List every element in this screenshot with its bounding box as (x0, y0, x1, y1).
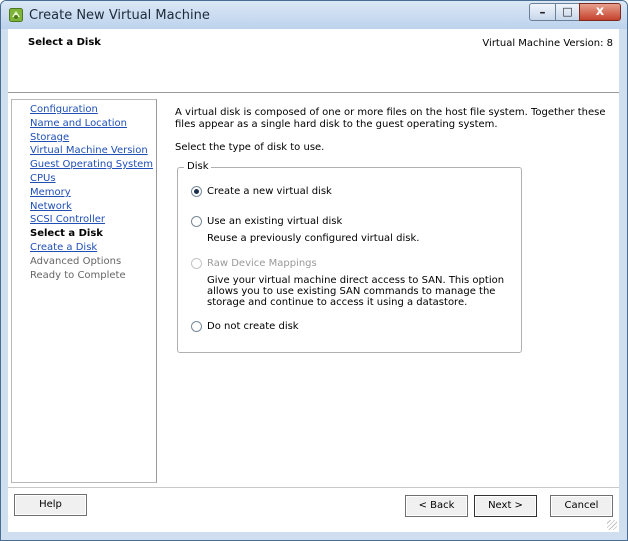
minimize-icon: – (539, 5, 546, 19)
maximize-button[interactable]: □ (555, 3, 580, 21)
minimize-button[interactable]: – (529, 3, 556, 21)
step-guest-operating-system[interactable]: Guest Operating System (30, 159, 153, 171)
disk-options-group: Disk Create a new virtual disk Use an ex… (177, 161, 522, 353)
wizard-header: Select a Disk Virtual Machine Version: 8 (8, 29, 619, 93)
back-button[interactable]: < Back (405, 495, 468, 517)
maximize-icon: □ (562, 5, 573, 18)
disk-description-text: A virtual disk is composed of one or mor… (175, 107, 606, 130)
use-existing-disk-radio[interactable] (191, 216, 202, 227)
window-title: Create New Virtual Machine (29, 8, 210, 23)
step-memory[interactable]: Memory (30, 187, 71, 199)
close-icon: x (595, 4, 605, 19)
step-create-a-disk[interactable]: Create a Disk (30, 242, 97, 254)
step-storage[interactable]: Storage (30, 132, 69, 144)
close-button[interactable]: x (579, 3, 621, 21)
cancel-button[interactable]: Cancel (550, 495, 613, 517)
do-not-create-disk-radio[interactable] (191, 321, 202, 332)
step-ready-to-complete: Ready to Complete (30, 270, 126, 281)
next-button[interactable]: Next > (474, 495, 537, 517)
step-scsi-controller[interactable]: SCSI Controller (30, 214, 105, 226)
disk-group-label: Disk (184, 161, 212, 172)
raw-device-mappings-label: Raw Device Mappings (207, 258, 317, 269)
step-advanced-options: Advanced Options (30, 256, 122, 267)
wizard-client-area: Select a Disk Virtual Machine Version: 8… (8, 29, 619, 532)
footer-divider (8, 487, 619, 488)
wizard-window: Create New Virtual Machine – □ x Select … (0, 0, 628, 541)
title-bar[interactable]: Create New Virtual Machine – □ x (1, 1, 627, 29)
step-configuration[interactable]: Configuration (30, 104, 98, 116)
step-cpus[interactable]: CPUs (30, 173, 56, 185)
wizard-content: A virtual disk is composed of one or mor… (163, 99, 615, 483)
disk-type-prompt: Select the type of disk to use. (175, 142, 325, 153)
step-select-a-disk: Select a Disk (30, 228, 103, 239)
resize-grip-icon[interactable] (607, 520, 617, 530)
help-button[interactable]: Help (14, 494, 87, 516)
use-existing-disk-description: Reuse a previously configured virtual di… (207, 233, 420, 244)
step-name-and-location[interactable]: Name and Location (30, 118, 127, 130)
create-new-disk-radio[interactable] (191, 186, 202, 197)
use-existing-disk-label[interactable]: Use an existing virtual disk (207, 216, 342, 227)
raw-device-mappings-description: Give your virtual machine direct access … (207, 275, 505, 308)
page-title: Select a Disk (28, 37, 101, 48)
vsphere-app-icon (9, 8, 23, 22)
step-virtual-machine-version[interactable]: Virtual Machine Version (30, 145, 148, 157)
wizard-steps-sidebar: Configuration Name and Location Storage … (11, 99, 157, 483)
step-network[interactable]: Network (30, 201, 72, 213)
vm-version-label: Virtual Machine Version: 8 (482, 38, 613, 49)
do-not-create-disk-label[interactable]: Do not create disk (207, 321, 299, 332)
create-new-disk-label[interactable]: Create a new virtual disk (207, 186, 332, 197)
raw-device-mappings-radio (191, 258, 202, 269)
